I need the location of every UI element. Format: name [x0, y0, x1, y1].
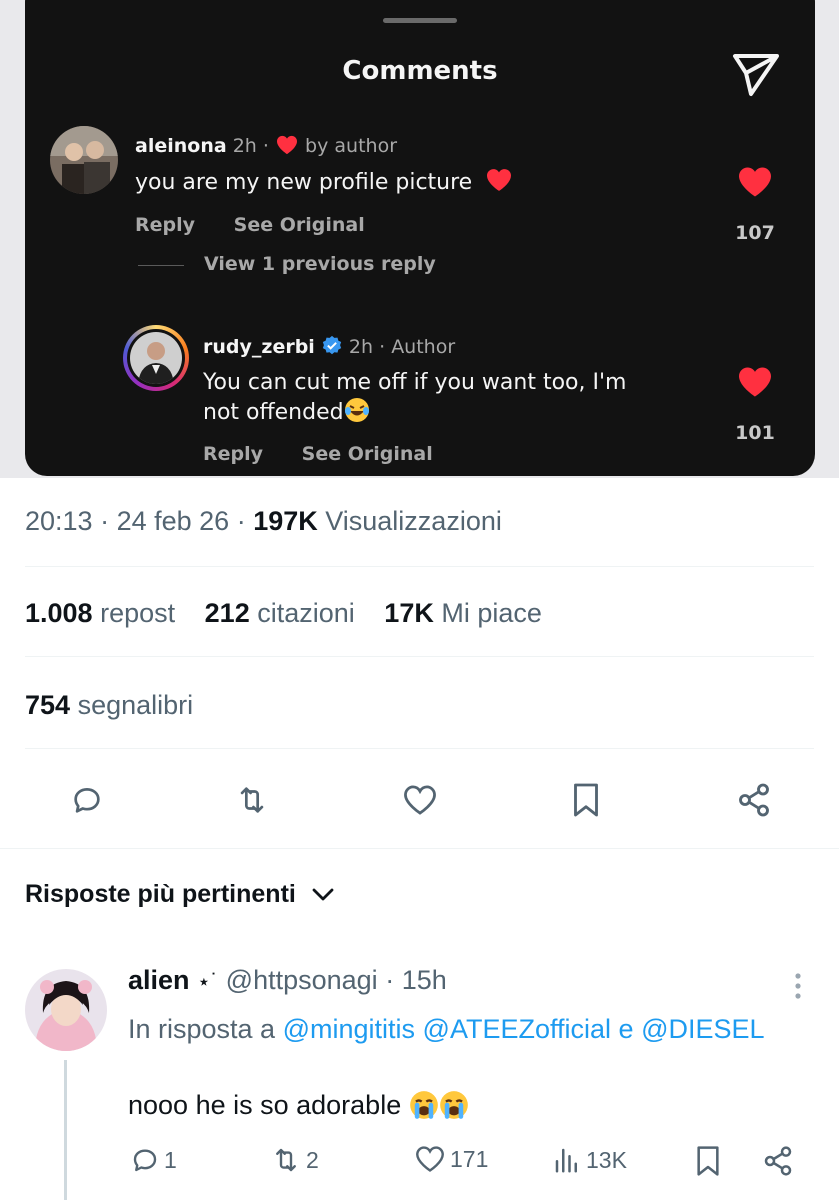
like-count: 107	[735, 222, 775, 244]
reply-sort-selector[interactable]: Risposte più pertinenti	[25, 880, 334, 909]
comment-text: you are my new profile picture	[135, 170, 473, 195]
views-button[interactable]: 13K	[552, 1145, 627, 1175]
reply-button[interactable]: 1	[130, 1145, 177, 1175]
reposts-stat[interactable]: 1.008 repost	[25, 598, 175, 628]
reply-count: 1	[164, 1146, 177, 1173]
tweet-date[interactable]: 24 feb 26	[117, 506, 230, 536]
reply-text: nooo he is so adorable	[128, 1090, 402, 1120]
quotes-stat[interactable]: 212 citazioni	[205, 598, 355, 628]
views-count: 197K	[253, 506, 318, 536]
see-original-button[interactable]: See Original	[234, 214, 365, 236]
like-heart-icon[interactable]	[737, 366, 773, 398]
reply-body: nooo he is so adorable	[128, 1090, 469, 1121]
like-count: 101	[735, 422, 775, 444]
divider	[25, 656, 814, 657]
sort-label: Risposte più pertinenti	[25, 880, 296, 908]
tweet-action-bar	[0, 770, 839, 830]
reply-button[interactable]	[57, 770, 117, 830]
verified-icon	[322, 335, 342, 355]
bookmarks-stat[interactable]: 754 segnalibri	[25, 690, 193, 721]
share-button[interactable]	[724, 770, 784, 830]
heart-icon	[404, 785, 436, 815]
see-original-button[interactable]: See Original	[302, 443, 433, 465]
send-icon	[733, 54, 779, 96]
views-count: 13K	[586, 1146, 627, 1173]
comment-text-line: You can cut me off if you want too, I'm	[203, 370, 627, 395]
mention-link[interactable]: @mingititis	[283, 1014, 415, 1044]
author-badge: Author	[391, 336, 456, 358]
divider	[25, 566, 814, 567]
reply-time[interactable]: 15h	[402, 965, 447, 995]
comment-username: aleinona	[135, 135, 227, 157]
tweet-timestamp: 20:13 · 24 feb 26 · 197K Visualizzazioni	[25, 506, 502, 536]
comment-text-line: not offended	[203, 400, 344, 425]
divider	[0, 848, 839, 849]
tweet-time[interactable]: 20:13	[25, 506, 93, 536]
likes-stat[interactable]: 17K Mi piace	[384, 598, 542, 628]
analytics-icon	[555, 1148, 577, 1173]
thread-line	[64, 1060, 67, 1200]
share-icon	[739, 783, 769, 817]
like-count: 171	[450, 1145, 489, 1172]
reply-header: alien ⋆˙ @httpsonagi · 15h	[128, 965, 447, 995]
red-heart-emoji	[487, 169, 512, 191]
display-name[interactable]: alien	[128, 965, 190, 995]
in-reply-to: In risposta a @mingititis @ATEEZofficial…	[128, 1014, 765, 1044]
like-heart-icon[interactable]	[737, 166, 773, 198]
reply-button[interactable]: Reply	[203, 443, 263, 465]
reply-action-bar: 1 2 171 13K	[128, 1145, 818, 1189]
by-author-badge: by author	[305, 135, 398, 157]
like-button[interactable]	[390, 770, 450, 830]
mention-link[interactable]: @ATEEZofficial	[423, 1014, 611, 1044]
repost-icon	[240, 787, 264, 813]
repost-count: 2	[306, 1146, 319, 1173]
bookmark-button[interactable]	[556, 770, 616, 830]
heart-icon	[416, 1146, 444, 1172]
view-replies-line	[138, 265, 184, 266]
more-options-icon[interactable]	[786, 968, 810, 1008]
user-handle[interactable]: @httpsonagi	[226, 965, 378, 995]
bookmark-icon	[574, 783, 598, 817]
laughing-emoji	[344, 398, 369, 422]
bookmark-icon	[697, 1146, 719, 1176]
comment-time: 2h	[348, 336, 374, 358]
avatar[interactable]	[25, 969, 107, 1051]
ig-comments-card: Comments aleinona 2h · by author you are…	[25, 0, 815, 476]
avatar-aleinona	[50, 126, 118, 194]
comment-icon	[133, 1149, 157, 1172]
comment-time: 2h	[232, 135, 257, 157]
crying-emoji	[409, 1091, 438, 1119]
repost-button[interactable]: 2	[270, 1145, 319, 1175]
comment-icon	[74, 788, 100, 813]
reply-button[interactable]: Reply	[135, 214, 195, 236]
comments-title: Comments	[342, 56, 498, 86]
chevron-down-icon	[312, 888, 334, 900]
embedded-image[interactable]: Comments aleinona 2h · by author you are…	[0, 0, 839, 478]
view-previous-reply-link[interactable]: View 1 previous reply	[204, 253, 436, 275]
views-label: Visualizzazioni	[325, 506, 502, 536]
repost-button[interactable]	[222, 770, 282, 830]
bookmark-button[interactable]	[694, 1145, 726, 1177]
engagement-stats: 1.008 repost 212 citazioni 17K Mi piace	[25, 598, 564, 629]
avatar-rudy-zerbi	[123, 325, 189, 391]
like-button[interactable]: 171	[414, 1145, 488, 1173]
heart-icon	[277, 135, 297, 155]
name-decoration: ⋆˙	[197, 969, 219, 994]
repost-icon	[276, 1148, 296, 1172]
comment-username: rudy_zerbi	[203, 336, 315, 358]
divider	[25, 748, 814, 749]
drag-handle	[383, 18, 457, 23]
mention-link[interactable]: @DIESEL	[641, 1014, 764, 1044]
crying-emoji	[439, 1091, 468, 1119]
share-button[interactable]	[762, 1145, 798, 1177]
share-icon	[764, 1146, 792, 1176]
